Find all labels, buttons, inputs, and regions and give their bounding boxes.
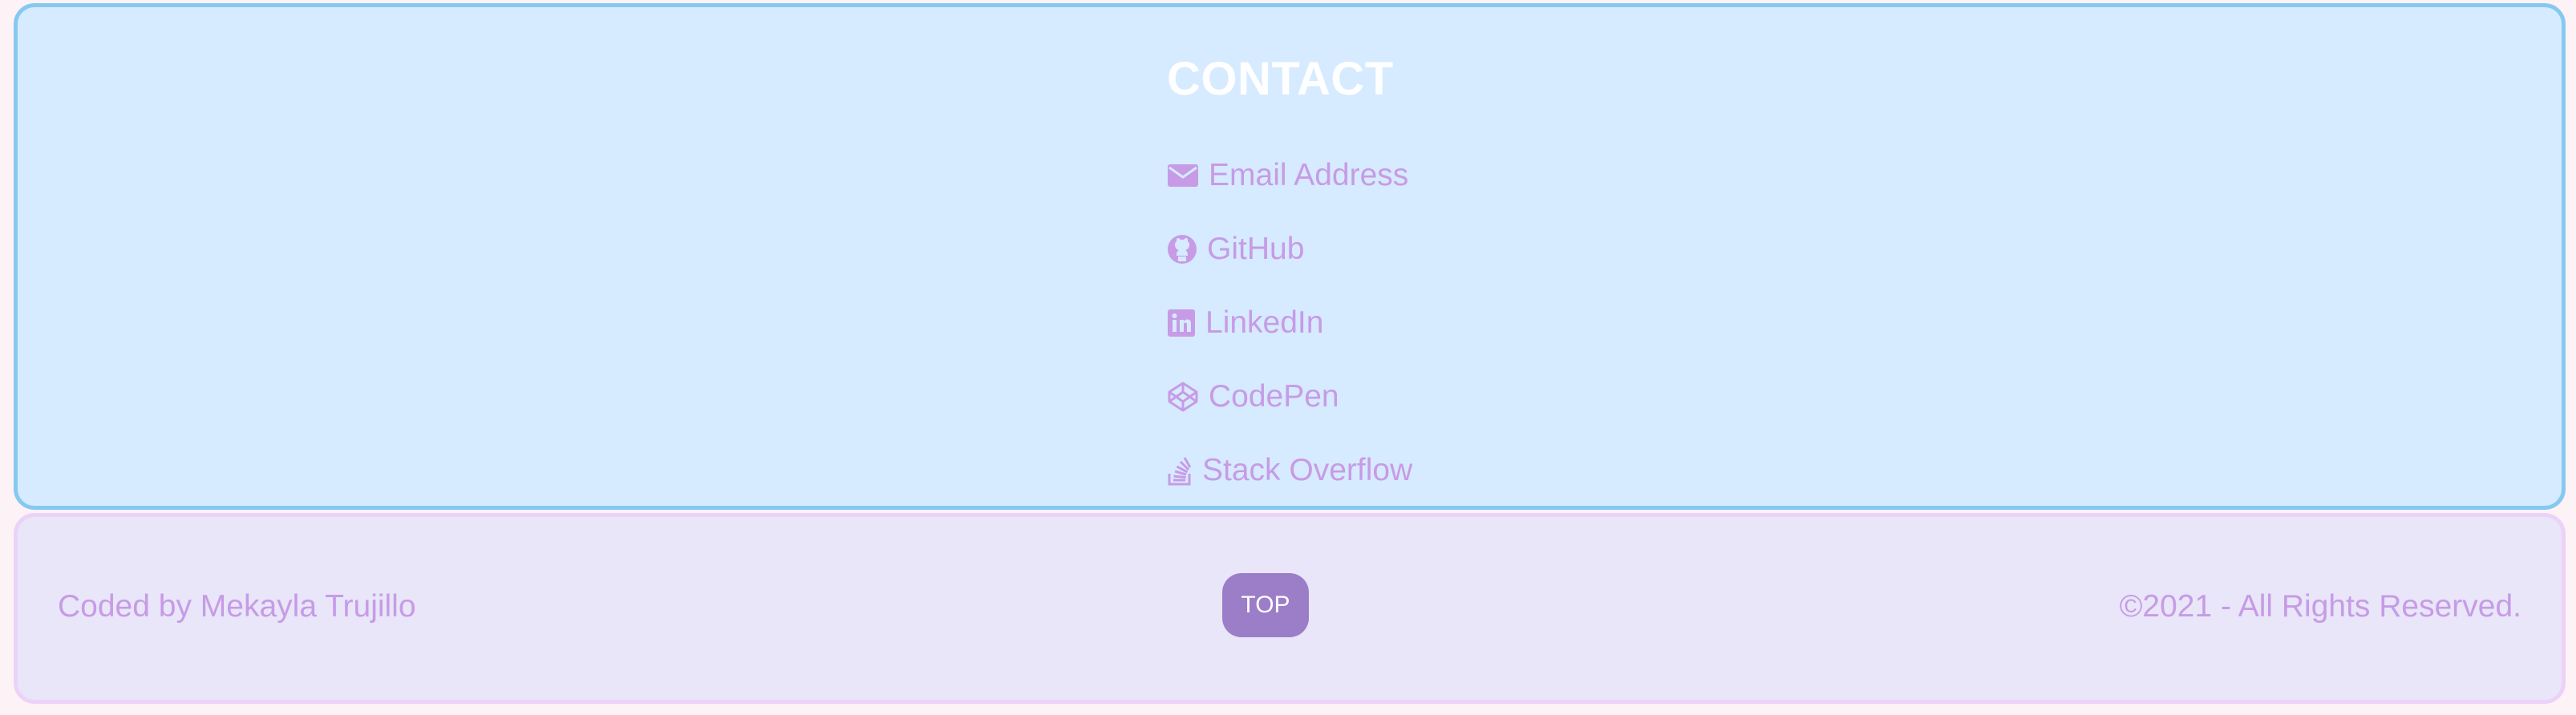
contact-link-email[interactable]: Email Address [1167,139,1412,212]
contact-link-linkedin[interactable]: LinkedIn [1167,286,1412,360]
linkedin-icon [1167,309,1196,337]
contact-link-label: Email Address [1209,158,1409,192]
contact-link-label: CodePen [1209,379,1339,414]
codepen-icon [1167,381,1199,413]
contact-link-label: Stack Overflow [1202,453,1413,487]
contact-title: CONTACT [1167,53,1394,105]
footer-credit: Coded by Mekayla Trujillo [58,589,416,624]
copyright-notice: ©2021 - All Rights Reserved. [2119,589,2521,624]
contact-link-stack-overflow[interactable]: Stack Overflow [1167,434,1412,507]
contact-link-label: GitHub [1207,232,1305,266]
contact-content: CONTACT Email Address GitHub LinkedIn Co… [1167,50,1412,507]
github-icon [1167,234,1197,265]
contact-link-label: LinkedIn [1205,305,1324,340]
envelope-icon [1167,163,1199,188]
contact-section: CONTACT Email Address GitHub LinkedIn Co… [14,3,2566,510]
contact-links: Email Address GitHub LinkedIn CodePen St… [1167,139,1412,507]
stack-overflow-icon [1167,454,1193,487]
site-footer: Coded by Mekayla Trujillo TOP ©2021 - Al… [14,513,2566,704]
back-to-top-button[interactable]: TOP [1222,573,1309,637]
contact-link-codepen[interactable]: CodePen [1167,360,1412,434]
contact-link-github[interactable]: GitHub [1167,212,1412,286]
